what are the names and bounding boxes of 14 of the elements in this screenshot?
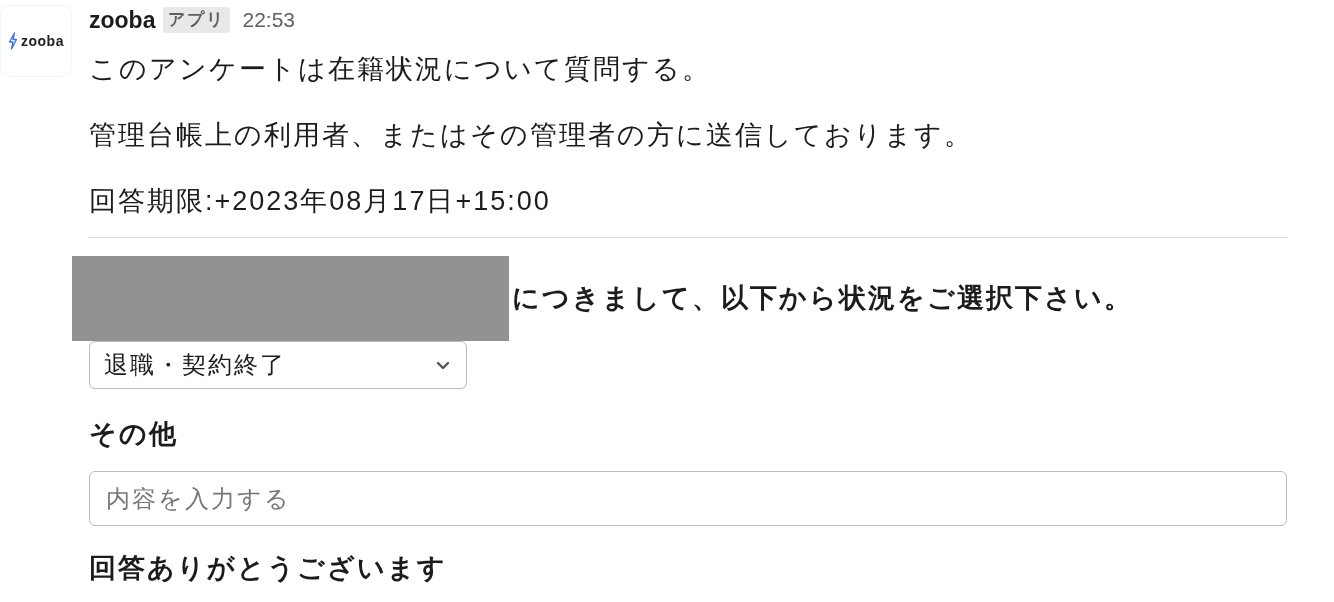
lightning-bolt-icon xyxy=(8,32,18,50)
question-text: につきまして、以下から状況をご選択下さい。 xyxy=(512,282,1133,316)
message-time[interactable]: 22:53 xyxy=(242,4,295,36)
chevron-down-icon xyxy=(436,360,450,370)
message-text: 回答期限:+2023年08月17日+15:00 xyxy=(89,185,552,218)
thanks-text: 回答ありがとうございます xyxy=(89,552,448,585)
sender-name[interactable]: zooba xyxy=(89,8,156,32)
other-label: その他 xyxy=(89,418,179,451)
logo-text: zooba xyxy=(21,31,64,51)
app-badge: アプリ xyxy=(163,7,231,33)
message-text: 管理台帳上の利用者、またはその管理者の方に送信しております。 xyxy=(89,119,974,152)
status-select[interactable]: 退職・契約終了 xyxy=(89,341,467,389)
message-text: このアンケートは在籍状況について質問する。 xyxy=(89,53,712,86)
other-input-field[interactable]: 内容を入力する xyxy=(89,471,1287,526)
